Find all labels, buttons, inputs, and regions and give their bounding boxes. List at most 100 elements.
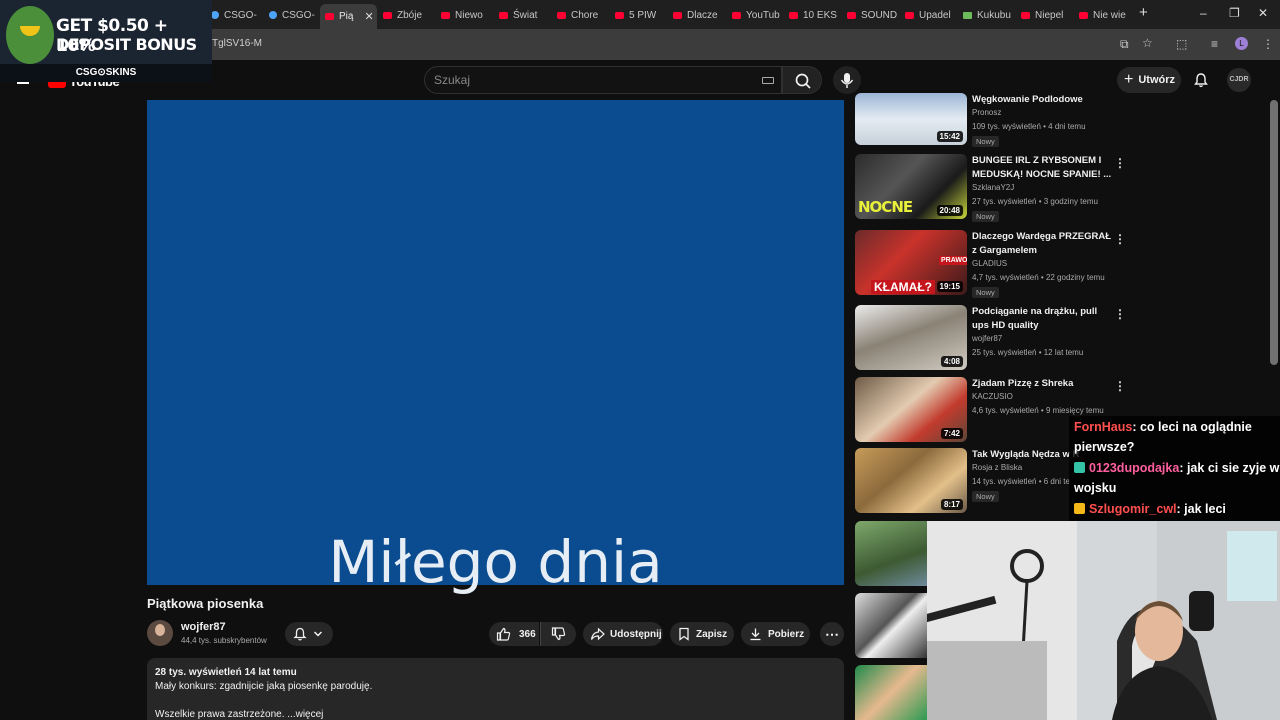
youtube-icon	[789, 11, 798, 19]
save-button[interactable]: Zapisz	[670, 622, 734, 646]
more-options-icon[interactable]: ⋮	[1114, 308, 1126, 320]
minimize-button[interactable]: –	[1200, 6, 1207, 20]
browser-tab[interactable]: YouTub	[727, 4, 782, 26]
recommendation-channel[interactable]: Pronosz	[972, 108, 1001, 117]
chevron-down-icon	[313, 631, 323, 637]
install-app-icon[interactable]: ⧉	[1120, 37, 1129, 52]
search-button[interactable]	[782, 66, 822, 94]
keyboard-icon[interactable]	[762, 77, 774, 84]
recommendation-title[interactable]: Węgkowanie Podlodowe	[972, 93, 1112, 107]
browser-tab[interactable]: Niepel	[1016, 4, 1071, 26]
browser-tab[interactable]: SOUND	[842, 4, 897, 26]
recommendation-thumbnail-8[interactable]	[855, 593, 927, 658]
more-actions-button[interactable]: ⋯	[820, 622, 844, 646]
notifications-bell-icon[interactable]	[1193, 72, 1209, 93]
browser-tab[interactable]: Upadel	[900, 4, 955, 26]
browser-menu-icon[interactable]: ⋮	[1262, 37, 1274, 51]
share-button[interactable]: Udostępnij	[583, 622, 663, 646]
new-badge: Nowy	[972, 136, 999, 147]
recommendation-title[interactable]: Zjadam Pizzę z Shreka	[972, 377, 1112, 391]
recommendation-item[interactable]: KŁAMAŁ? PRAWO 19:15 Dlaczego Wardęga PRZEGR…	[855, 230, 1145, 298]
voice-search-button[interactable]	[833, 66, 861, 94]
more-options-icon[interactable]: ⋮	[1114, 380, 1126, 392]
tab-label: CSGO-	[282, 9, 315, 21]
browser-tab[interactable]: Nie wie	[1074, 4, 1129, 26]
tab-label: CSGO-	[224, 9, 257, 21]
browser-tab[interactable]: Chore	[552, 4, 607, 26]
browser-tab[interactable]: CSGO-	[206, 4, 261, 26]
new-badge: Nowy	[972, 211, 999, 222]
video-player[interactable]: Miłego dnia	[147, 100, 844, 596]
tab-label: Pią	[339, 11, 354, 22]
thumbs-up-icon	[496, 627, 511, 641]
recommendation-thumbnail[interactable]: 15:42	[855, 93, 967, 145]
recommendation-title[interactable]: Dlaczego Wardęga PRZEGRAŁ z Gargamelem	[972, 230, 1112, 258]
recommendation-thumbnail[interactable]: NOCNE SPANIE20:48	[855, 154, 967, 219]
new-tab-button[interactable]: +	[1139, 4, 1148, 21]
description-more-text[interactable]: Wszelkie prawa zastrzeżone. ...więcej	[155, 709, 323, 720]
search-input[interactable]	[434, 73, 734, 87]
recommendation-item[interactable]: NOCNE SPANIE20:48BUNGEE IRL Z RYBSONEM I…	[855, 154, 1145, 222]
close-window-button[interactable]: ✕	[1258, 6, 1268, 20]
browser-tab[interactable]: Zbóje	[378, 4, 433, 26]
recommendation-thumbnail[interactable]: 4:08	[855, 305, 967, 370]
browser-tab[interactable]: 10 EKS	[784, 4, 839, 26]
browser-tab[interactable]: Świat	[494, 4, 549, 26]
recommendation-channel[interactable]: Rosja z Bliska	[972, 463, 1022, 472]
tab-close-icon[interactable]: ✕	[364, 10, 373, 23]
browser-tab[interactable]: 5 PIW	[610, 4, 665, 26]
recommendation-item[interactable]: 4:08 Podciąganie na drążku, pull ups HD q…	[855, 305, 1145, 373]
recommendation-title[interactable]: BUNGEE IRL Z RYBSONEM I MEDUSKĄ! NOCNE S…	[972, 154, 1112, 182]
browser-tab[interactable]: CSGO-	[264, 4, 316, 26]
description-box[interactable]: 28 tys. wyświetleń 14 lat temu Mały konk…	[147, 658, 844, 720]
bookmark-star-icon[interactable]: ☆	[1142, 36, 1153, 50]
browser-tab[interactable]: Dlacze	[668, 4, 723, 26]
views-and-date: 28 tys. wyświetleń 14 lat temu	[155, 667, 297, 678]
create-button[interactable]: + Utwórz	[1117, 67, 1181, 93]
stream-chat-overlay: FornHaus: co leci na oglądnie pierwsze? …	[1069, 416, 1280, 521]
more-options-icon[interactable]: ⋮	[1114, 233, 1126, 245]
recommendation-channel[interactable]: SzklanaY2J	[972, 183, 1014, 192]
browser-tab[interactable]: Niewo	[436, 4, 491, 26]
recommendation-thumbnail[interactable]: 8:17	[855, 448, 967, 513]
youtube-icon	[615, 11, 624, 19]
recommendation-thumbnail-9[interactable]	[855, 665, 927, 720]
channel-avatar[interactable]: CJDR	[1227, 68, 1251, 92]
url-text[interactable]: TglSV16-M	[212, 38, 262, 49]
recommendation-thumbnail-7[interactable]	[855, 521, 927, 586]
csgo-icon	[211, 11, 219, 19]
maximize-button[interactable]: ❐	[1229, 6, 1240, 20]
video-duration: 7:42	[940, 428, 963, 439]
search-box[interactable]	[424, 66, 782, 94]
browser-tab[interactable]: Pią ✕	[320, 4, 377, 29]
page-scrollbar[interactable]	[1270, 100, 1278, 365]
dislike-button[interactable]	[540, 622, 576, 646]
youtube-icon	[732, 11, 741, 19]
recommendation-item[interactable]: 15:42 Węgkowanie Podlodowe Pronosz 109 tys.…	[855, 93, 1145, 161]
channel-owner-avatar[interactable]	[147, 620, 173, 646]
subscribed-button[interactable]	[285, 622, 333, 646]
youtube-icon	[1079, 11, 1088, 19]
recommendation-channel[interactable]: KACZUSIO	[972, 392, 1013, 401]
browser-profile-avatar[interactable]: L	[1235, 37, 1248, 50]
like-button[interactable]: 366	[489, 622, 539, 646]
youtube-icon	[673, 11, 682, 19]
media-controls-icon[interactable]: ≡	[1211, 37, 1218, 51]
channel-name[interactable]: wojfer87	[181, 621, 226, 633]
extensions-icon[interactable]: ⬚	[1176, 37, 1187, 51]
recommendation-channel[interactable]: GLADIUS	[972, 259, 1007, 268]
share-icon	[590, 627, 605, 641]
youtube-icon	[905, 11, 914, 19]
thumbs-down-icon	[551, 627, 566, 641]
recommendation-thumbnail[interactable]: KŁAMAŁ? PRAWO 19:15	[855, 230, 967, 295]
ad-banner[interactable]: GET $0.50 + 10% DEPOSIT BONUS CSG⊙SKINS	[0, 0, 212, 82]
ad-subheadline: DEPOSIT BONUS	[56, 35, 197, 54]
more-options-icon[interactable]: ⋮	[1114, 157, 1126, 169]
recommendation-thumbnail[interactable]: 7:42	[855, 377, 967, 442]
recommendation-channel[interactable]: wojfer87	[972, 334, 1002, 343]
download-button[interactable]: Pobierz	[741, 622, 810, 646]
recommendation-title[interactable]: Podciąganie na drążku, pull ups HD quali…	[972, 305, 1112, 333]
chat-message: 0123dupodajka: jak ci sie zyje w wojsku	[1074, 458, 1280, 498]
tab-label: 5 PIW	[629, 9, 657, 21]
browser-tab[interactable]: Kukubu	[958, 4, 1013, 26]
